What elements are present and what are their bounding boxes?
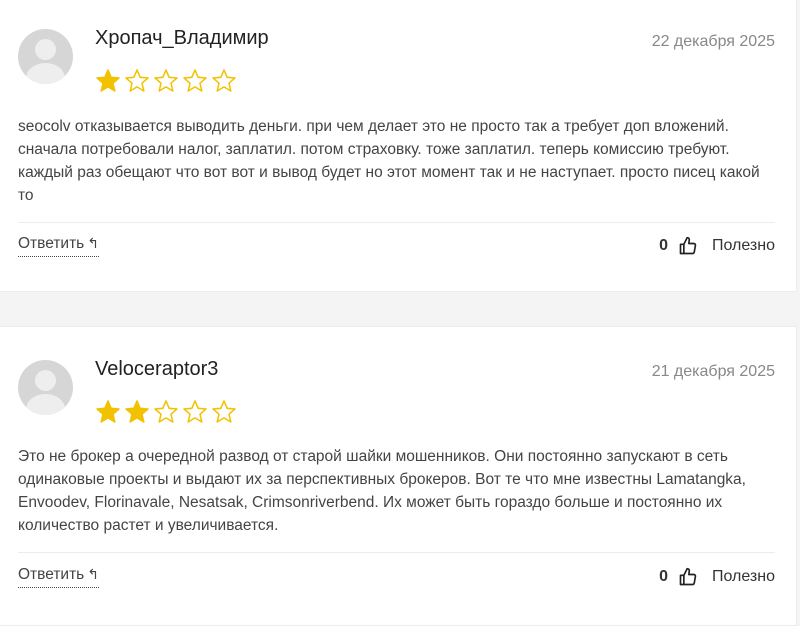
star-empty-icon (183, 400, 207, 423)
star-empty-icon (183, 69, 207, 92)
divider (18, 552, 775, 553)
review-card: Veloceraptor3 21 декабря 2025 Это не бро… (0, 326, 797, 626)
thumbs-up-icon[interactable] (678, 567, 698, 587)
review-author: Хропач_Владимир (95, 27, 269, 49)
reply-label: Ответить (18, 235, 85, 252)
star-empty-icon (212, 69, 236, 92)
review-text: seocolv отказывается выводить деньги. пр… (18, 118, 760, 204)
rating-stars (95, 68, 237, 94)
review-author: Veloceraptor3 (95, 358, 219, 380)
rating-stars (95, 399, 237, 425)
star-empty-icon (154, 400, 178, 423)
useful-button[interactable]: Полезно (712, 237, 775, 255)
star-filled-icon (96, 400, 120, 423)
likes-block: 0 Полезно (659, 567, 775, 587)
review-card: Хропач_Владимир 22 декабря 2025 seocolv … (0, 0, 797, 292)
review-text: Это не брокер а очередной развод от стар… (18, 448, 746, 534)
thumbs-up-icon[interactable] (678, 236, 698, 256)
divider (18, 222, 775, 223)
useful-button[interactable]: Полезно (712, 568, 775, 586)
reply-button[interactable]: Ответить ↰ (18, 566, 99, 588)
star-empty-icon (125, 69, 149, 92)
avatar (18, 29, 73, 84)
reply-arrow-icon: ↰ (87, 235, 99, 251)
review-date: 22 декабря 2025 (651, 33, 775, 50)
star-empty-icon (154, 69, 178, 92)
likes-block: 0 Полезно (659, 236, 775, 256)
reply-button[interactable]: Ответить ↰ (18, 235, 99, 257)
star-empty-icon (212, 400, 236, 423)
reply-arrow-icon: ↰ (87, 566, 99, 582)
like-count: 0 (659, 237, 668, 254)
star-filled-icon (125, 400, 149, 423)
star-filled-icon (96, 69, 120, 92)
review-date: 21 декабря 2025 (651, 363, 775, 380)
avatar (18, 360, 73, 415)
like-count: 0 (659, 568, 668, 585)
reply-label: Ответить (18, 566, 85, 583)
